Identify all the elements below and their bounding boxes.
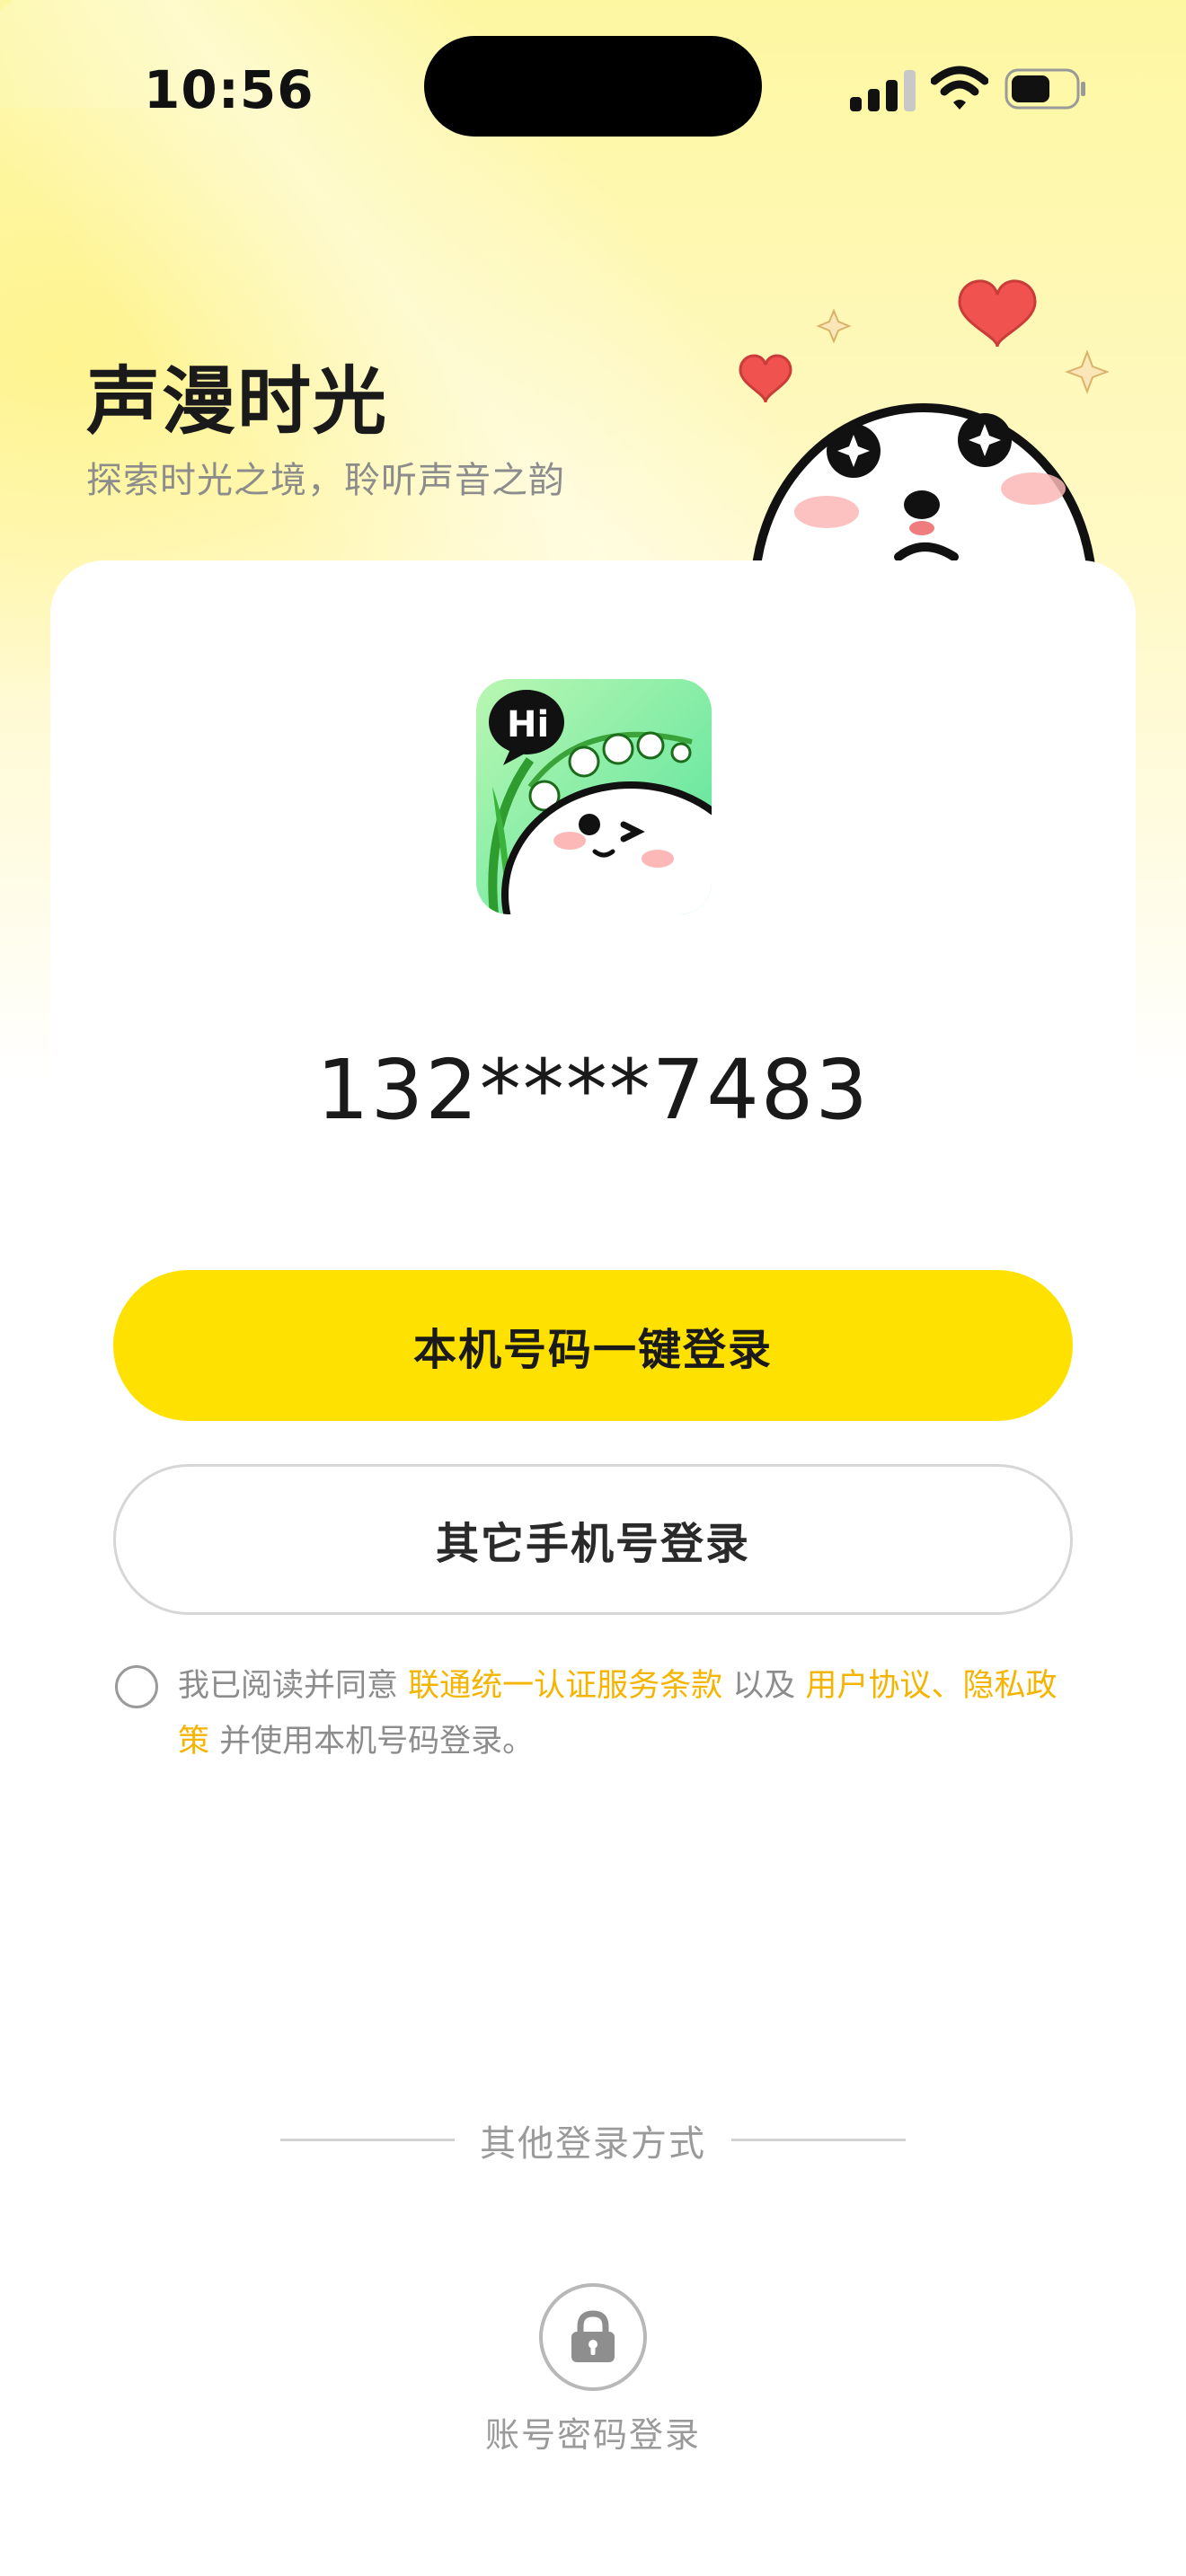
agreement-text: 我已阅读并同意 联通统一认证服务条款 以及 用户协议、隐私政策 并使用本机号码登… [178, 1658, 1076, 1769]
user-agreement-link[interactable]: 用户协议 [805, 1668, 931, 1704]
app-subtitle: 探索时光之境，聆听声音之韵 [86, 460, 565, 501]
app-logo: Hi [476, 679, 712, 914]
status-time: 10:56 [144, 59, 314, 120]
masked-phone-number: 132****7483 [316, 1042, 870, 1138]
heart-icon [739, 354, 792, 403]
agreement-suffix: 并使用本机号码登录。 [209, 1724, 535, 1760]
one-click-login-button[interactable]: 本机号码一键登录 [113, 1270, 1073, 1421]
app-title: 声漫时光 [86, 359, 389, 445]
agreement-separator: 、 [931, 1668, 963, 1704]
dynamic-island [424, 36, 762, 137]
mascot-illustration [739, 279, 1110, 584]
login-screen: 10:56 声漫时光 探索时光之境，聆听声音之韵 Hi 132****7483 … [0, 0, 1186, 2576]
lock-icon [571, 2310, 615, 2362]
password-login-label[interactable]: 账号密码登录 [0, 2407, 1186, 2457]
battery-icon [1005, 68, 1085, 110]
other-login-divider-text: 其他登录方式 [480, 2123, 706, 2165]
agreement-prefix: 我已阅读并同意 [178, 1668, 409, 1704]
divider-line-right [731, 2139, 906, 2141]
wifi-icon [931, 66, 988, 110]
agreement-middle: 以及 [722, 1668, 806, 1704]
heart-icon [958, 279, 1037, 348]
carrier-terms-link[interactable]: 联通统一认证服务条款 [408, 1668, 722, 1704]
sparkle-icon [816, 308, 852, 344]
cellular-signal-icon [850, 70, 916, 111]
other-phone-login-button[interactable]: 其它手机号登录 [113, 1464, 1073, 1615]
logo-bubble-text: Hi [507, 704, 549, 745]
sparkle-icon [1065, 349, 1110, 394]
agreement-checkbox[interactable] [115, 1665, 158, 1708]
password-login-button[interactable] [539, 2283, 647, 2391]
